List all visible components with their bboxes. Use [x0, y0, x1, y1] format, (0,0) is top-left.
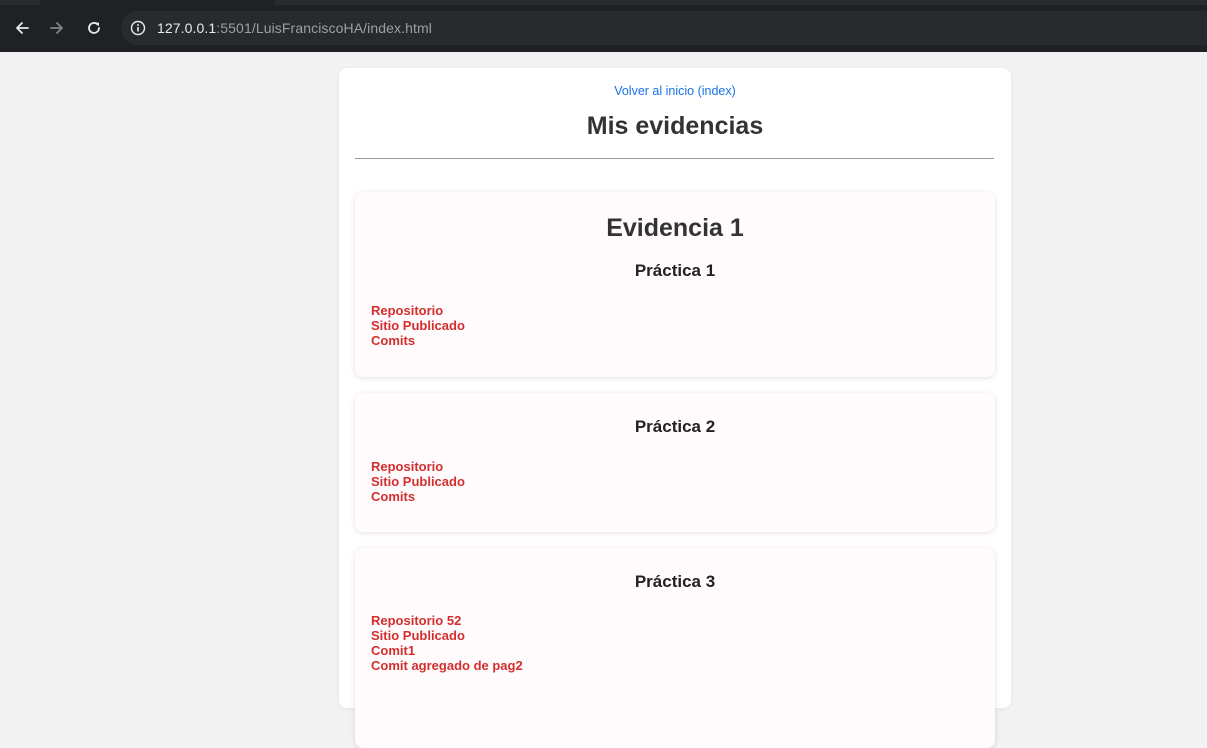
practice-3-links: Repositorio 52 Sitio Publicado Comit1 Co… [371, 613, 523, 673]
published-site-link[interactable]: Sitio Publicado [371, 628, 523, 643]
arrow-right-icon [49, 20, 65, 36]
url-text[interactable]: 127.0.0.1:5501/LuisFranciscoHA/index.htm… [157, 20, 432, 36]
page-title: Mis evidencias [586, 112, 764, 140]
practice-2-links: Repositorio Sitio Publicado Comits [371, 459, 465, 504]
evidence-heading: Evidencia 1 [606, 214, 744, 242]
forward-button[interactable] [43, 14, 71, 42]
published-site-link[interactable]: Sitio Publicado [371, 318, 465, 333]
commit-link[interactable]: Comit1 [371, 643, 523, 658]
published-site-link[interactable]: Sitio Publicado [371, 474, 465, 489]
browser-toolbar: 127.0.0.1:5501/LuisFranciscoHA/index.htm… [0, 0, 1207, 52]
commits-link[interactable]: Comits [371, 489, 465, 504]
back-to-index-link[interactable]: Volver al inicio (index) [339, 84, 1011, 98]
info-icon[interactable] [129, 19, 147, 37]
page-container: Volver al inicio (index) Mis evidencias … [339, 68, 1011, 748]
practice-heading-3: Práctica 3 [634, 572, 716, 591]
tab-strip [0, 0, 1207, 5]
practice-card-2: Práctica 2 Repositorio Sitio Publicado C… [355, 393, 995, 532]
repository-link[interactable]: Repositorio [371, 303, 465, 318]
practice-card-3: Práctica 3 Repositorio 52 Sitio Publicad… [355, 548, 995, 748]
url-host: 127.0.0.1 [157, 20, 217, 36]
reload-button[interactable] [80, 14, 108, 42]
title-divider [355, 158, 994, 159]
commit-link[interactable]: Comit agregado de pag2 [371, 658, 523, 673]
active-tab[interactable] [40, 0, 275, 5]
reload-icon [86, 20, 102, 36]
practice-heading-1: Práctica 1 [634, 261, 716, 280]
repository-link[interactable]: Repositorio [371, 459, 465, 474]
back-button[interactable] [8, 14, 36, 42]
practice-1-links: Repositorio Sitio Publicado Comits [371, 303, 465, 348]
practice-heading-2: Práctica 2 [634, 417, 716, 436]
arrow-left-icon [14, 20, 30, 36]
repository-link[interactable]: Repositorio 52 [371, 613, 523, 628]
address-bar[interactable]: 127.0.0.1:5501/LuisFranciscoHA/index.htm… [121, 11, 1207, 45]
commits-link[interactable]: Comits [371, 333, 465, 348]
practice-card-1: Evidencia 1 Práctica 1 Repositorio Sitio… [355, 192, 995, 377]
url-path: :5501/LuisFranciscoHA/index.html [216, 20, 432, 36]
